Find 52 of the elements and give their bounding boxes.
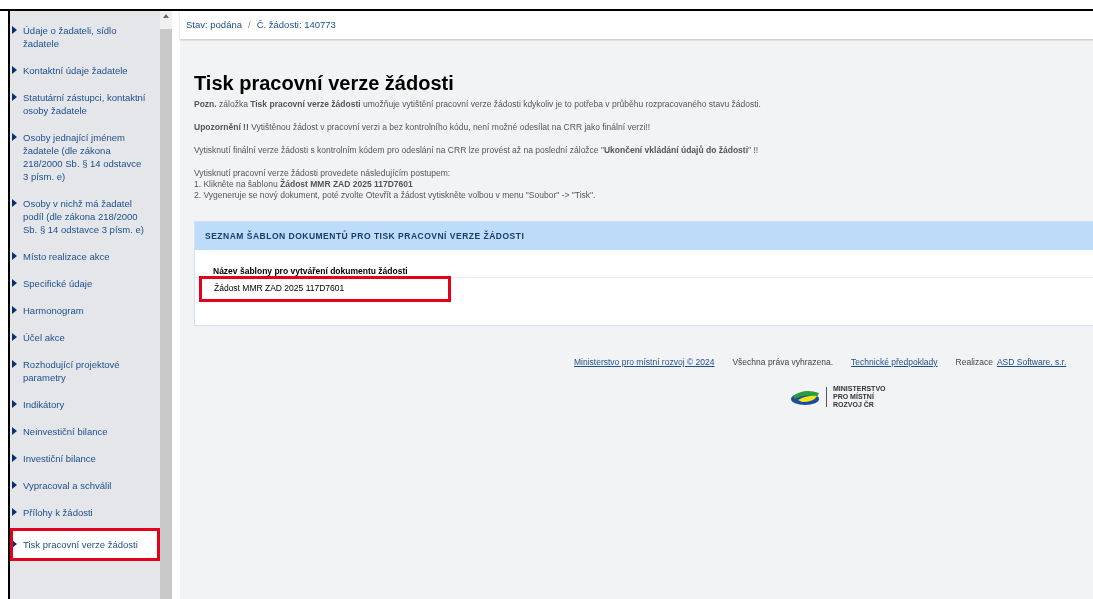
triangle-icon <box>12 427 17 435</box>
triangle-icon <box>12 26 17 34</box>
footer-text: Realizace <box>955 356 993 369</box>
info-text: 1. Klikněte na šablonu Žádost MMR ZAD 2025 117D7601 <box>194 179 414 190</box>
sidebar-item[interactable]: Statutární zástupci, kontaktní osoby žadatele <box>10 84 160 124</box>
triangle-icon <box>12 481 17 489</box>
sidebar-item[interactable]: Tisk pracovní verze žádosti <box>10 528 160 561</box>
sidebar-item[interactable]: Osoby v nichž má žadatel podíl (dle zákona 218/2000 Sb. § 14 odstavce 3 písm. e) <box>10 190 160 243</box>
triangle-icon <box>12 199 17 207</box>
info-text: 2. Vygeneruje se nový dokument, poté zvolte Otevřít a žádost vytiskněte volbou v menu "Soubor" -> "Tisk". <box>194 190 597 201</box>
sidebar-item[interactable]: Údaje o žadateli, sídlo žadatele <box>10 17 160 57</box>
footer-link[interactable]: Technické předpoklady <box>851 356 938 369</box>
breadcrumb-item: / <box>248 17 251 32</box>
triangle-icon <box>12 279 17 287</box>
triangle-icon <box>12 252 17 260</box>
breadcrumb-item: Č. žádosti: 140773 <box>256 17 336 32</box>
triangle-icon <box>12 66 17 74</box>
panel-heading: SEZNAM ŠABLON DOKUMENTŮ PRO TISK PRACOVNÍ VERZE ŽÁDOSTI <box>205 229 525 243</box>
column-header: Název šablony pro vytváření dokumentu žádosti <box>212 266 409 277</box>
sidebar-item[interactable]: Rozhodující projektové parametry <box>10 351 160 391</box>
triangle-icon <box>12 540 17 548</box>
sidebar-item[interactable]: Kontaktní údaje žadatele <box>10 57 160 84</box>
template-link[interactable]: Žádost MMR ZAD 2025 117D7601 <box>199 275 451 302</box>
footer-text: Všechna práva vyhrazena. <box>732 356 834 369</box>
sidebar-item[interactable]: Místo realizace akce <box>10 243 160 270</box>
info-text: Upozornění !! Vytištěnou žádost v pracovní verzi a bez kontrolního kódu, není možné odesílat na CRR jako finální verzi!! <box>194 122 652 133</box>
info-text: Pozn. záložka Tisk pracovní verze žádosti umožňuje vytištění pracovní verze žádosti kdykoliv je to potřeba v průběhu rozpracovaného stavu žádosti. <box>194 99 762 110</box>
triangle-icon <box>12 133 17 141</box>
sidebar-item[interactable]: Neinvestiční bilance <box>10 418 160 445</box>
scrollbar[interactable] <box>160 11 172 599</box>
triangle-icon <box>12 360 17 368</box>
sidebar-item[interactable]: Harmonogram <box>10 297 160 324</box>
footer-link[interactable]: ASD Software, s.r. <box>996 356 1067 369</box>
triangle-icon <box>12 508 17 516</box>
sidebar-item[interactable]: Účel akce <box>10 324 160 351</box>
sidebar-item[interactable]: Indikátory <box>10 391 160 418</box>
footer-link[interactable]: Ministerstvo pro místní rozvoj © 2024 <box>574 356 715 369</box>
breadcrumb-item: Stav: podána <box>186 17 242 32</box>
sidebar-item[interactable]: Vypracoval a schválil <box>10 472 160 499</box>
scroll-up-icon[interactable] <box>163 14 169 18</box>
sidebar-item[interactable]: Osoby jednající jménem žadatele (dle zákona 218/2000 Sb. § 14 odstavce 3 písm. e) <box>10 124 160 190</box>
triangle-icon <box>12 400 17 408</box>
triangle-icon <box>12 306 17 314</box>
triangle-icon <box>12 93 17 101</box>
info-text: Vytisknutí pracovní verze žádosti provedete následujícím postupem: <box>194 168 452 178</box>
triangle-icon <box>12 333 17 341</box>
page-title: Tisk pracovní verze žádosti <box>194 71 455 95</box>
sidebar-item[interactable]: Specifické údaje <box>10 270 160 297</box>
triangle-icon <box>12 454 17 462</box>
sidebar-item[interactable]: Přílohy k žádosti <box>10 499 160 526</box>
info-text: Vytisknutí finální verze žádosti s kontrolním kódem pro odeslání na CRR lze provést až na poslední záložce "Ukončení vkládání údajů do žádosti" !! <box>194 145 760 156</box>
sidebar-item[interactable]: Investiční bilance <box>10 445 160 472</box>
